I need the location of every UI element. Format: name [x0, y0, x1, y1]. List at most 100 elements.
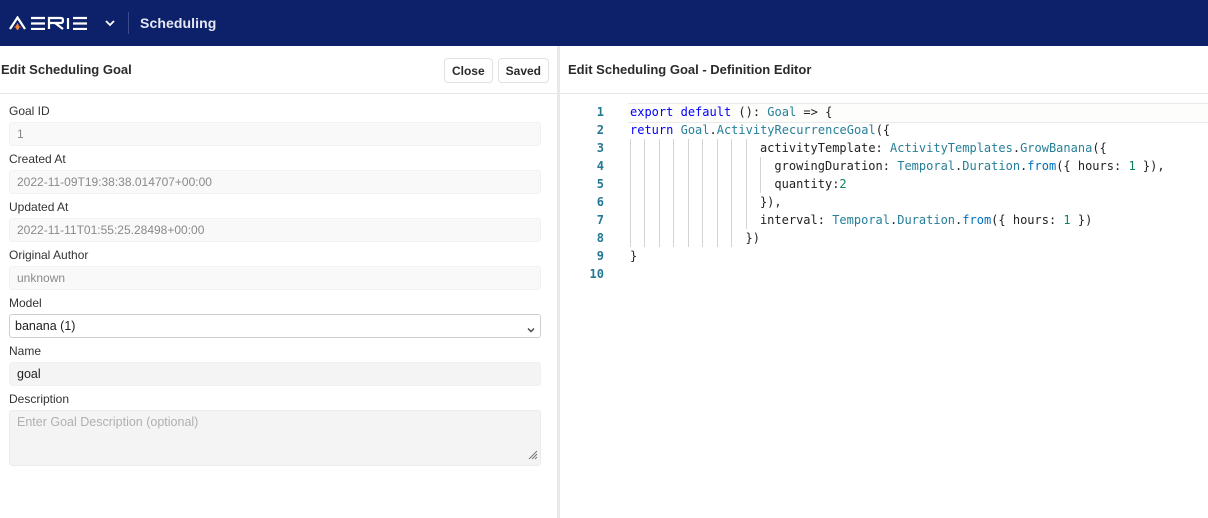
code-line[interactable]: 4 growingDuration: Temporal.Duration.from… — [560, 157, 1208, 175]
aerie-logo[interactable] — [9, 0, 115, 46]
name-field: Name goal — [9, 344, 541, 386]
code-text: }), — [760, 193, 782, 211]
code-token: 1 — [1063, 213, 1071, 227]
indent-guide — [673, 157, 675, 175]
line-number: 2 — [596, 123, 604, 137]
code-token: from — [962, 213, 992, 227]
goal-details-panel: Edit Scheduling Goal Close Saved Goal ID… — [0, 46, 557, 518]
indent-guide — [644, 211, 646, 229]
indent-guide — [673, 175, 675, 193]
indent-guide — [702, 157, 704, 175]
indent-guide — [759, 157, 761, 175]
code-text: export default (): Goal => { — [630, 103, 832, 121]
indent-guide — [745, 157, 747, 175]
indent-guide — [644, 139, 646, 157]
indent-guide — [731, 211, 733, 229]
indent-guide — [702, 211, 704, 229]
saved-button[interactable]: Saved — [497, 58, 549, 83]
indent-guide — [716, 157, 718, 175]
code-line[interactable]: 2 return Goal.ActivityRecurrenceGoal({ — [560, 121, 1208, 139]
indent-guide — [702, 175, 704, 193]
code-line[interactable]: 10 — [560, 265, 1208, 283]
code-token: }) — [745, 231, 760, 245]
indent-guide — [687, 211, 689, 229]
indent-guide — [644, 229, 646, 247]
code-line[interactable]: 7 interval: Temporal.Duration.from({ hour… — [560, 211, 1208, 229]
panel-title: Edit Scheduling Goal - Definition Editor — [568, 62, 812, 77]
code-token: ({ — [1092, 141, 1107, 155]
code-line[interactable]: 3 activityTemplate: ActivityTemplates.Gro… — [560, 139, 1208, 157]
indent-guide — [658, 175, 660, 193]
code-line[interactable]: 9} — [560, 247, 1208, 265]
code-text: return Goal.ActivityRecurrenceGoal({ — [630, 121, 890, 139]
code-text: quantity:2 — [774, 175, 846, 193]
code-line[interactable]: 5 quantity:2 — [560, 175, 1208, 193]
indent-guide — [658, 211, 660, 229]
chevron-down-icon[interactable] — [105, 19, 115, 27]
indent-guide — [731, 175, 733, 193]
code-token: Goal — [680, 123, 710, 137]
indent-guide — [702, 139, 704, 157]
line-number: 5 — [596, 177, 604, 191]
indent-guide — [716, 229, 718, 247]
indent-guide — [716, 139, 718, 157]
code-token: Goal — [767, 105, 797, 119]
code-token: } — [630, 249, 638, 263]
created-at-label: Created At — [9, 152, 66, 166]
line-number: 8 — [596, 231, 604, 245]
aerie-logo-icon — [9, 16, 87, 30]
indent-guide — [702, 193, 704, 211]
line-number: 3 — [596, 141, 604, 155]
code-token: default — [680, 105, 732, 119]
indent-guide — [731, 157, 733, 175]
close-button[interactable]: Close — [443, 58, 493, 83]
original-author-label: Original Author — [9, 248, 89, 262]
resize-handle-icon[interactable] — [528, 449, 538, 463]
original-author-input: unknown — [9, 266, 541, 290]
code-line[interactable]: 8}) — [560, 229, 1208, 247]
code-token: (): — [731, 105, 768, 119]
indent-guide — [687, 229, 689, 247]
code-token: 1 — [1128, 159, 1136, 173]
model-select[interactable]: banana (1) — [9, 314, 541, 338]
indent-guide — [644, 175, 646, 193]
indent-guide — [630, 139, 631, 157]
code-token: GrowBanana — [1020, 141, 1093, 155]
code-editor[interactable]: 1 export default (): Goal => { 2 return Goa… — [560, 103, 1208, 283]
code-token: ({ hours: — [991, 213, 1064, 227]
indent-guide — [716, 175, 718, 193]
code-line[interactable]: 6}), — [560, 193, 1208, 211]
indent-guide — [658, 229, 660, 247]
line-number: 7 — [596, 213, 604, 227]
name-input[interactable]: goal — [9, 362, 541, 386]
indent-guide — [630, 157, 631, 175]
code-token: activityTemplate: — [759, 141, 890, 155]
indent-guide — [673, 139, 675, 157]
code-token: . — [1012, 141, 1021, 155]
code-text: }) — [746, 229, 760, 247]
model-field: Model banana (1) — [9, 296, 541, 338]
goal-id-label: Goal ID — [9, 104, 50, 118]
name-label: Name — [9, 344, 42, 358]
top-navigation-bar: Scheduling — [0, 0, 1208, 46]
updated-at-input: 2022-11-11T01:55:25.28498+00:00 — [9, 218, 541, 242]
code-line[interactable]: 1 export default (): Goal => { — [560, 103, 1208, 123]
description-textarea[interactable]: Enter Goal Description (optional) — [9, 410, 541, 466]
code-token: return — [630, 123, 674, 137]
code-text: } — [630, 247, 637, 265]
chevron-down-icon — [526, 320, 536, 342]
code-token: growingDuration: — [774, 159, 898, 173]
code-token: }) — [1070, 213, 1093, 227]
line-number: 6 — [596, 195, 604, 209]
panel-title: Edit Scheduling Goal — [1, 62, 132, 77]
indent-guide — [673, 193, 675, 211]
line-number: 1 — [596, 105, 604, 119]
created-at-input: 2022-11-09T19:38:38.014707+00:00 — [9, 170, 541, 194]
description-label: Description — [9, 392, 70, 406]
code-token: 2 — [839, 177, 847, 191]
indent-guide — [745, 211, 747, 229]
code-token: Duration — [897, 213, 956, 227]
code-token: export — [630, 105, 674, 119]
code-token: ActivityRecurrenceGoal — [716, 123, 876, 137]
